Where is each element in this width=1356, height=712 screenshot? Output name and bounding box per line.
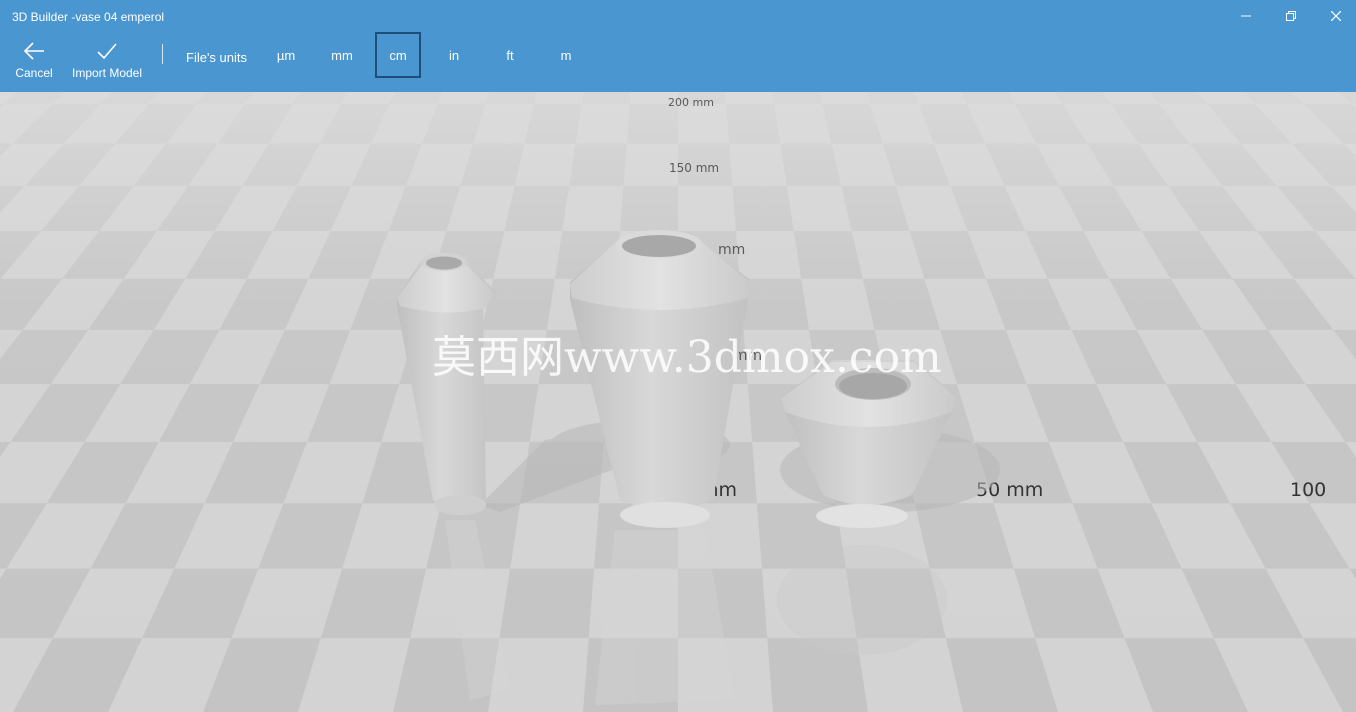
ruler-label-200: 200 mm bbox=[668, 96, 714, 109]
unit-um-button[interactable]: µm bbox=[263, 32, 309, 78]
ruler-label-150: 150 mm bbox=[669, 161, 719, 175]
restore-icon bbox=[1286, 11, 1296, 21]
minimize-icon bbox=[1241, 15, 1251, 17]
import-model-label: Import Model bbox=[71, 66, 143, 80]
checkmark-icon bbox=[97, 43, 117, 60]
restore-button[interactable] bbox=[1268, 0, 1314, 32]
unit-m-button[interactable]: m bbox=[543, 32, 589, 78]
unit-cm-button[interactable]: cm bbox=[375, 32, 421, 78]
3d-viewport[interactable]: 200 mm 150 mm mm mm mm 50 mm 100 莫西网www.… bbox=[0, 92, 1356, 712]
cancel-button[interactable]: Cancel bbox=[14, 40, 54, 80]
back-arrow-icon bbox=[23, 42, 44, 60]
file-units-label: File's units bbox=[186, 50, 248, 65]
window-title: 3D Builder -vase 04 emperol bbox=[12, 10, 165, 24]
close-button[interactable] bbox=[1313, 0, 1356, 32]
watermark-text: 莫西网www.3dmox.com bbox=[432, 332, 942, 383]
unit-ft-button[interactable]: ft bbox=[487, 32, 533, 78]
minimize-button[interactable] bbox=[1223, 0, 1269, 32]
title-bar: 3D Builder -vase 04 emperol Cancel Impor… bbox=[0, 0, 1356, 92]
close-icon bbox=[1331, 11, 1341, 21]
toolbar-divider bbox=[162, 44, 163, 64]
cancel-label: Cancel bbox=[15, 66, 53, 80]
unit-mm-button[interactable]: mm bbox=[319, 32, 365, 78]
scene-canvas[interactable]: 200 mm 150 mm mm mm mm 50 mm 100 莫西网www.… bbox=[0, 92, 1356, 712]
unit-in-button[interactable]: in bbox=[431, 32, 477, 78]
ruler-label-100: mm bbox=[718, 242, 745, 258]
ruler-label-100-horizontal: 100 bbox=[1290, 479, 1326, 501]
import-model-button[interactable]: Import Model bbox=[68, 40, 146, 80]
